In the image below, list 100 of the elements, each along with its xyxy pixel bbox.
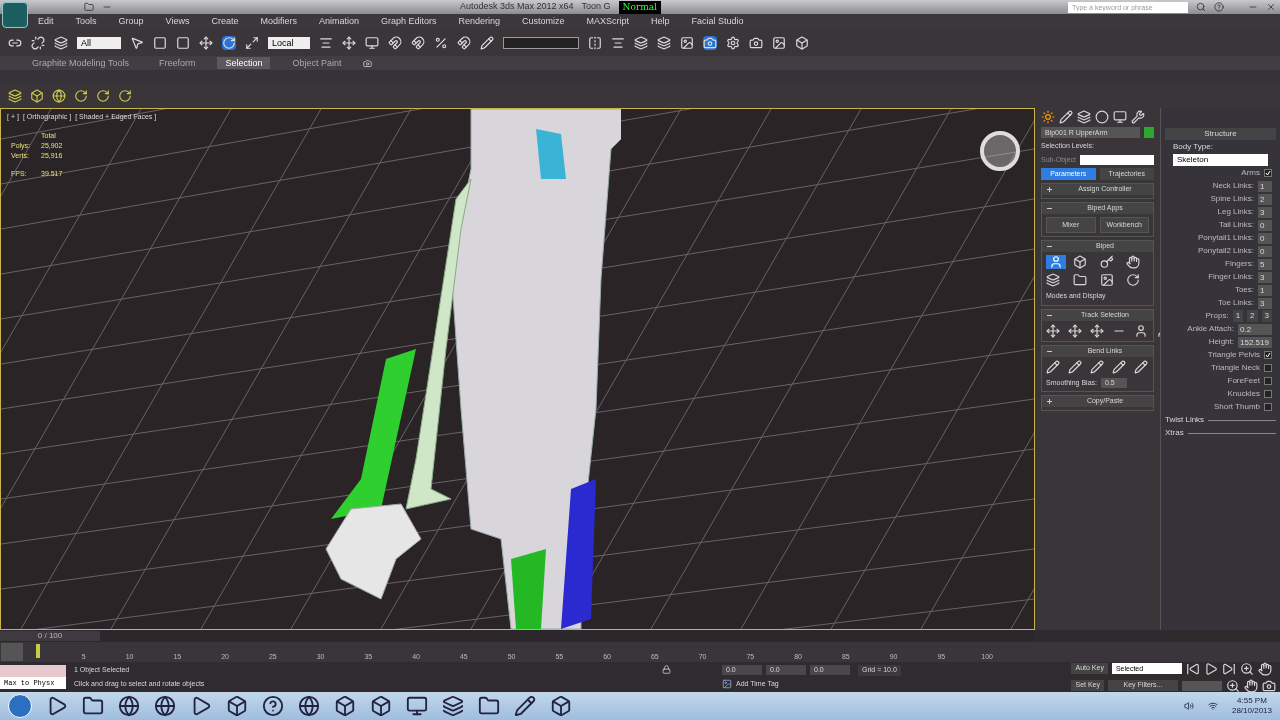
menu-item[interactable]: Help (651, 15, 670, 29)
subrollout-title[interactable]: Twist Links (1165, 414, 1205, 426)
toolbar-tool-icon[interactable] (726, 36, 740, 50)
command-tab-icon[interactable] (1041, 110, 1055, 124)
track-tool-icon[interactable] (1046, 323, 1060, 338)
bend-tool-icon[interactable] (1068, 359, 1082, 374)
taskbar-app-icon[interactable] (514, 695, 536, 717)
taskbar-app-icon[interactable] (406, 695, 428, 717)
navigation-icon[interactable] (1244, 678, 1258, 693)
app-logo-icon[interactable] (2, 2, 28, 28)
taskbar-app-icon[interactable] (298, 695, 320, 717)
maxscript-listener-field[interactable] (0, 665, 66, 677)
scene-tool-icon[interactable] (30, 89, 44, 103)
bend-tool-icon[interactable] (1134, 359, 1148, 374)
sub-object-dropdown[interactable] (1080, 154, 1154, 165)
taskbar-app-icon[interactable] (334, 695, 356, 717)
checkbox[interactable] (1264, 351, 1272, 359)
toolbar-tool-icon[interactable] (703, 36, 717, 50)
toolbar-tool-icon[interactable] (31, 36, 45, 50)
checkbox[interactable] (1264, 169, 1272, 177)
selection-filter-dropdown[interactable]: All (77, 37, 121, 49)
track-tool-icon[interactable] (1134, 323, 1148, 338)
current-frame-marker[interactable] (36, 644, 40, 658)
biped-tool-icon[interactable] (1126, 255, 1141, 269)
coordinate-system-dropdown[interactable]: Local (268, 37, 310, 49)
toolbar-tool-icon[interactable] (54, 36, 68, 50)
taskbar-app-icon[interactable] (226, 695, 248, 717)
command-tab-icon[interactable] (1131, 110, 1145, 124)
expand-icon[interactable] (1046, 186, 1053, 193)
toolbar-tool-icon[interactable] (634, 36, 648, 50)
time-slider-thumb[interactable]: 0 / 100 (0, 631, 100, 641)
volume-icon[interactable] (1183, 701, 1194, 711)
checkbox[interactable] (1264, 390, 1272, 398)
bend-tool-icon[interactable] (1046, 359, 1060, 374)
toolbar-tool-icon[interactable] (749, 36, 763, 50)
network-icon[interactable] (1207, 701, 1218, 711)
ribbon-tab[interactable]: Freeform (150, 57, 204, 69)
spinner-field[interactable]: 0.2 (1238, 323, 1272, 335)
collapse-icon[interactable] (1046, 205, 1053, 212)
menu-item[interactable]: Rendering (458, 15, 501, 29)
toolbar-tool-icon[interactable] (130, 36, 144, 50)
ribbon-options-icon[interactable] (363, 58, 373, 68)
toolbar-tool-icon[interactable] (588, 36, 602, 50)
checkbox[interactable] (1264, 364, 1272, 372)
spinner-field[interactable]: 0 (1258, 245, 1272, 257)
biped-tool-icon[interactable] (1046, 273, 1060, 287)
toolbar-tool-icon[interactable] (680, 36, 694, 50)
structure-rollout-header[interactable]: Structure (1165, 128, 1276, 140)
biped-tool-icon[interactable] (1046, 255, 1066, 269)
toolbar-tool-icon[interactable] (411, 36, 425, 50)
track-tool-icon[interactable] (1090, 323, 1104, 338)
toolbar-tool-icon[interactable] (8, 36, 22, 50)
taskbar-app-icon[interactable] (442, 695, 464, 717)
clock-time[interactable]: 4:55 PM (1237, 696, 1267, 706)
toolbar-tool-icon[interactable] (176, 36, 190, 50)
navigation-icon[interactable] (1226, 678, 1240, 693)
command-tab-icon[interactable] (1095, 110, 1109, 124)
spinner-field[interactable]: 1 (1258, 180, 1272, 192)
toolbar-tool-icon[interactable] (657, 36, 671, 50)
biped-tool-icon[interactable] (1126, 273, 1141, 287)
toolbar-tool-icon[interactable] (480, 36, 494, 50)
scene-tool-icon[interactable] (118, 89, 132, 103)
taskbar-app-icon[interactable] (478, 695, 500, 717)
track-tool-icon[interactable] (1068, 323, 1082, 338)
expand-icon[interactable] (1046, 398, 1053, 405)
ribbon-tab[interactable]: Object Paint (284, 57, 350, 69)
spinner-field[interactable]: 1 (1258, 284, 1272, 296)
scene-tool-icon[interactable] (52, 89, 66, 103)
toolbar-tool-icon[interactable] (319, 36, 333, 50)
toolbar-tool-icon[interactable] (795, 36, 809, 50)
spinner-field[interactable]: 0 (1258, 219, 1272, 231)
playback-control-icon[interactable] (1203, 661, 1218, 676)
navigation-icon[interactable] (1262, 678, 1276, 693)
command-tab-icon[interactable] (1113, 110, 1127, 124)
toolbar-tool-icon[interactable] (153, 36, 167, 50)
toolbar-tool-icon[interactable] (611, 36, 625, 50)
help-icon[interactable] (1214, 2, 1224, 12)
playback-control-icon[interactable] (1257, 661, 1272, 676)
object-color-swatch[interactable] (1144, 127, 1154, 138)
start-button[interactable] (8, 694, 32, 718)
subrollout-title[interactable]: Xtras (1165, 427, 1184, 439)
command-tab-icon[interactable] (1077, 110, 1091, 124)
toolbar-tool-icon[interactable] (772, 36, 786, 50)
spinner-field[interactable]: 0 (1258, 232, 1272, 244)
biped-tool-icon[interactable] (1099, 255, 1114, 269)
lock-icon[interactable] (662, 665, 671, 675)
toolbar-tool-icon[interactable] (388, 36, 402, 50)
ribbon-tab[interactable]: Selection (217, 57, 271, 69)
open-icon[interactable] (84, 2, 94, 12)
spinner-field[interactable]: 2 (1258, 193, 1272, 205)
biped-tool-icon[interactable] (1072, 273, 1087, 287)
menu-item[interactable]: Facial Studio (691, 15, 744, 29)
spinner-field[interactable]: 3 (1258, 271, 1272, 283)
toolbar-tool-icon[interactable] (245, 36, 259, 50)
spinner-field[interactable]: 3 (1258, 206, 1272, 218)
bend-tool-icon[interactable] (1112, 359, 1126, 374)
playback-control-icon[interactable] (1185, 661, 1200, 676)
menu-item[interactable]: Edit (38, 15, 54, 29)
menu-item[interactable]: Animation (318, 15, 359, 29)
toolbar-tool-icon[interactable] (342, 36, 356, 50)
